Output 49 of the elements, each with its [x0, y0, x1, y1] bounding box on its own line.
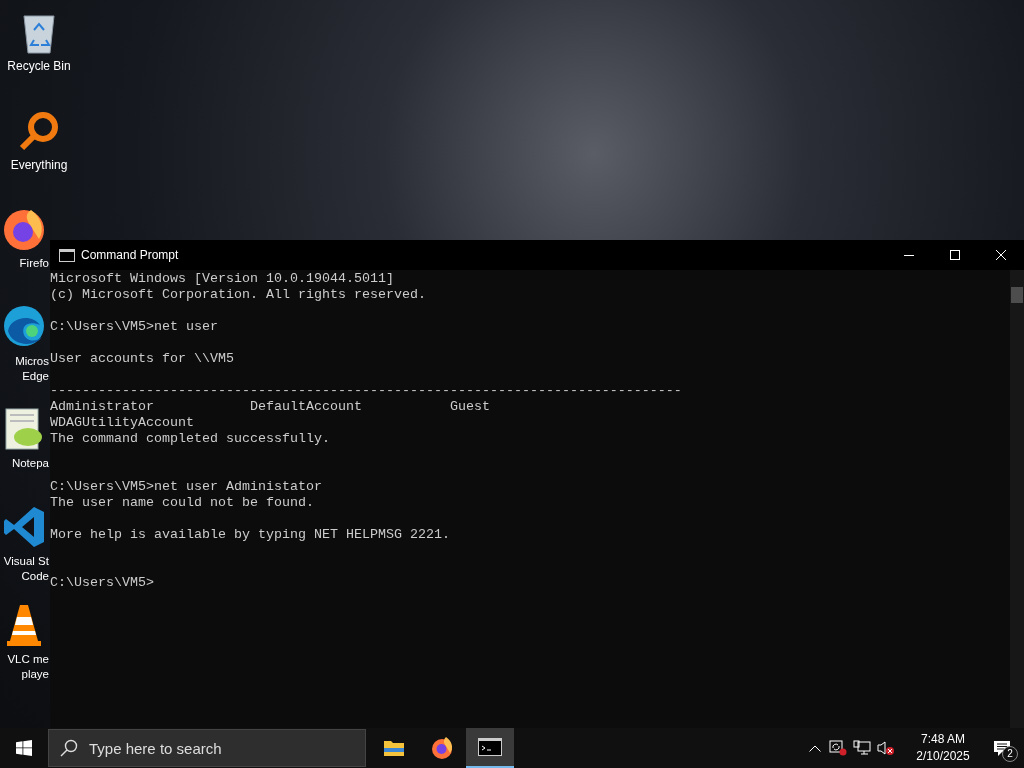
desktop-icon-label[interactable]: Micros [0, 354, 49, 369]
wave-swirl-icon [2, 303, 46, 349]
minimize-icon [904, 254, 914, 256]
recycle-bin-icon [21, 12, 57, 54]
taskbar-app-button[interactable] [466, 728, 514, 768]
window-title: Command Prompt [81, 247, 179, 264]
console-line: ------------------------------------------------------------------------------- [50, 383, 683, 399]
desktop-icon-label[interactable]: VLC me [0, 652, 49, 667]
console-line: C:\Users\VM5>net user Administator [50, 479, 323, 495]
search-field[interactable]: Type here to search [48, 729, 366, 767]
console-line: More help is available by typing NET HELPMSG 2221. [50, 527, 451, 543]
desktop-icon-label[interactable]: Code [0, 569, 49, 584]
desktop-icon-label[interactable]: Edge [0, 369, 49, 384]
desktop-icon-label[interactable]: Firefo [0, 256, 49, 271]
notification-count: 2 [1002, 746, 1018, 762]
folder-icon [383, 739, 405, 757]
console-line: Administrator DefaultAccount Guest [50, 399, 491, 415]
fox-globe-icon [430, 736, 454, 760]
desktop-icon-label[interactable]: Notepa [0, 456, 49, 471]
desktop-icon-label[interactable]: playe [0, 667, 49, 682]
console-line: (c) Microsoft Corporation. All rights reserved. [50, 287, 427, 303]
notepad-frog-icon [4, 407, 44, 451]
console-line: C:\Users\VM5> [50, 575, 155, 591]
desktop-icon-label[interactable]: Visual St [0, 554, 49, 569]
scrollbar[interactable] [1010, 270, 1024, 728]
console-line: The command completed successfully. [50, 431, 331, 447]
fox-globe-icon [1, 207, 47, 251]
sync-error-icon [829, 740, 847, 756]
magnifier-icon [19, 111, 59, 153]
ribbon-icon [2, 505, 46, 549]
console-app-icon [478, 738, 502, 756]
console-line: User accounts for \\VM5 [50, 351, 235, 367]
muted-speaker-icon [877, 740, 895, 756]
close-icon [996, 250, 1006, 260]
maximize-icon [950, 250, 960, 260]
notification-button[interactable]: 2 [980, 728, 1024, 768]
console-line: The user name could not be found. [50, 495, 315, 511]
console-line: Microsoft Windows [Version 10.0.19044.5011] [50, 271, 395, 287]
windows-logo-icon [16, 740, 32, 756]
console-line: WDAGUtilityAccount [50, 415, 195, 431]
console-app-icon [59, 248, 75, 262]
chevron-up-icon [809, 744, 821, 752]
clock-button[interactable]: 7:48 AM 2/10/2025 [906, 728, 980, 768]
desktop-icon-label[interactable]: Everything [10, 158, 68, 173]
network-icon [853, 740, 871, 756]
desktop-icon-label[interactable]: Recycle Bin [7, 59, 71, 74]
search-icon [60, 739, 78, 757]
console-line: C:\Users\VM5>net user [50, 319, 219, 335]
traffic-cone-icon [6, 603, 42, 647]
